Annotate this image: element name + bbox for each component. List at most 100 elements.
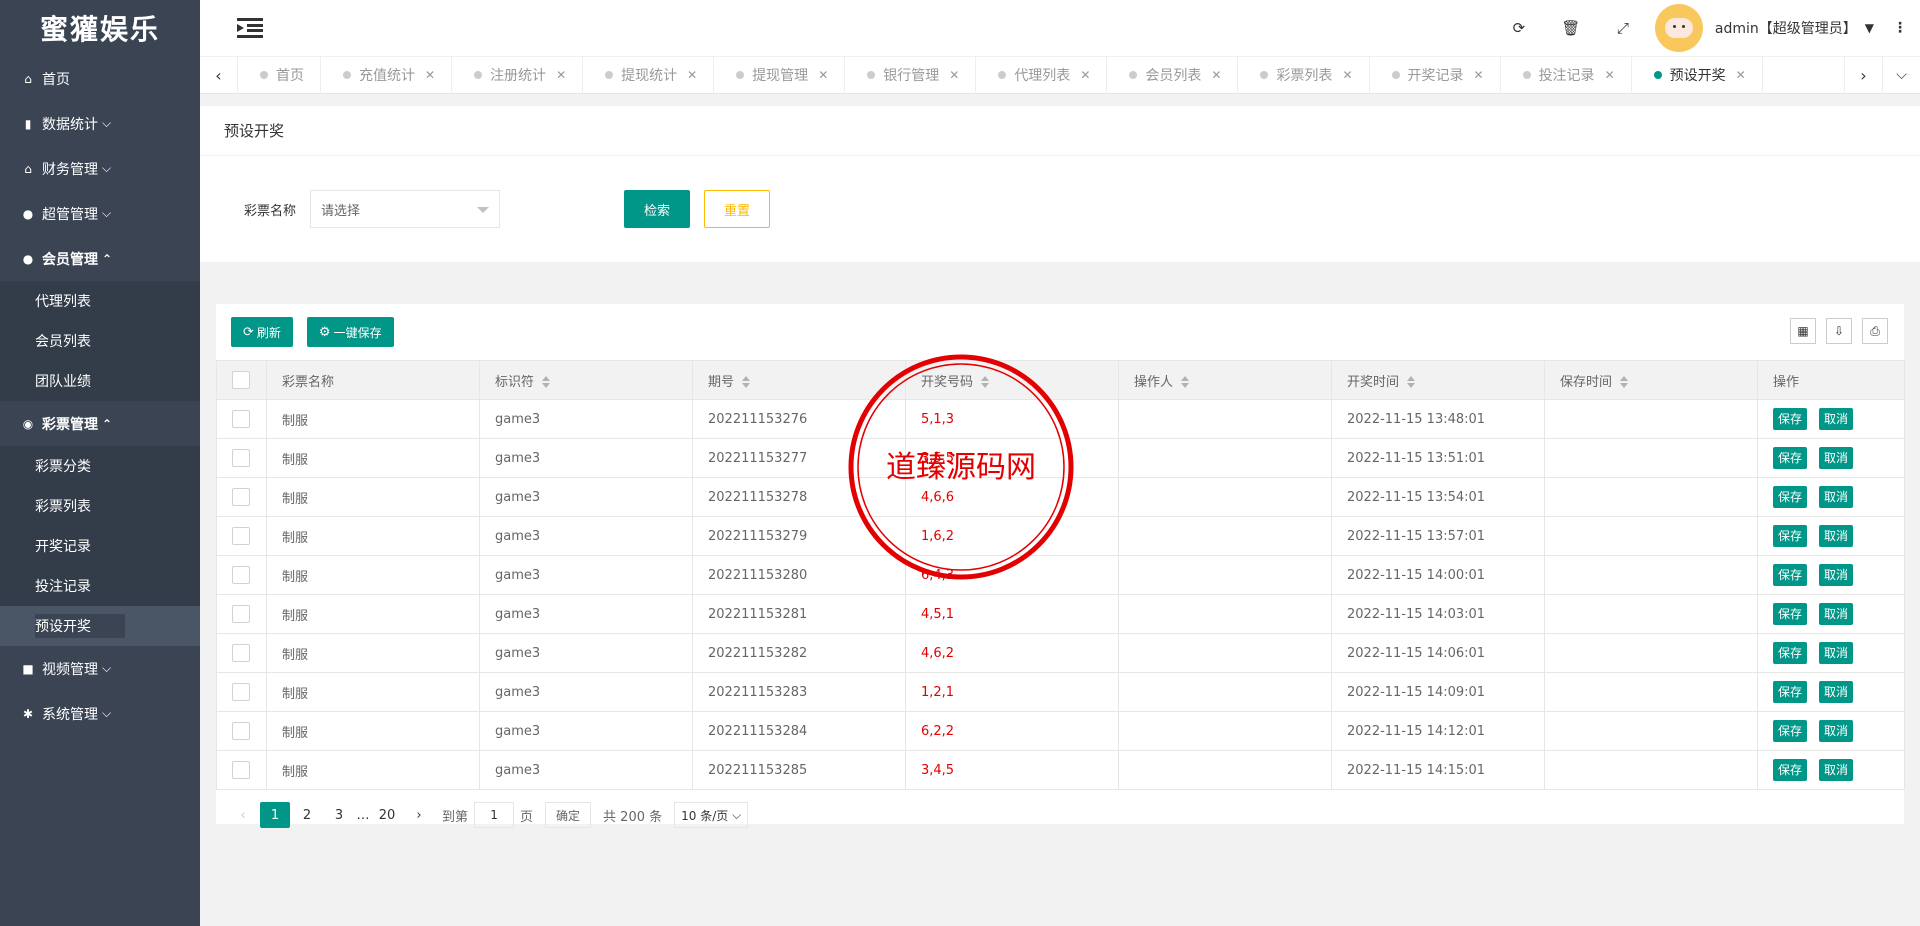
tab-preset-draw[interactable]: 预设开奖 ✕ [1632,56,1763,94]
sidebar-item-team-performance[interactable]: 团队业绩 [0,361,200,401]
prev-page-icon[interactable]: ‹ [228,802,258,828]
close-icon[interactable]: ✕ [556,68,566,82]
fullscreen-icon[interactable]: ⤢ [1597,0,1649,56]
page-2[interactable]: 2 [292,802,322,828]
cell-draw-number[interactable]: 6,2,2 [905,711,1119,751]
row-cancel-button[interactable]: 取消 [1819,447,1854,469]
row-cancel-button[interactable]: 取消 [1819,681,1854,703]
row-save-button[interactable]: 保存 [1773,486,1808,508]
trash-icon[interactable]: 🗑 [1545,0,1597,56]
col-draw-time[interactable]: 开奖时间 [1331,360,1545,400]
cell-draw-number[interactable]: 3,4,5 [905,750,1119,790]
row-checkbox[interactable] [232,527,250,545]
per-page-select[interactable]: 10 条/页 ⌵ [674,802,749,828]
sidebar-item-bet-records[interactable]: 投注记录 [0,566,200,606]
sort-icon[interactable] [742,376,751,388]
row-cancel-button[interactable]: 取消 [1819,720,1854,742]
row-save-button[interactable]: 保存 [1773,525,1808,547]
close-icon[interactable]: ✕ [425,68,435,82]
sidebar-item-member-list[interactable]: 会员列表 [0,321,200,361]
refresh-icon[interactable]: ⟳ [1493,0,1545,56]
user-menu[interactable]: admin【超级管理员】 ▼ [1715,18,1874,38]
row-checkbox[interactable] [232,410,250,428]
search-button[interactable]: 检索 [624,190,690,228]
tab-bet-records[interactable]: 投注记录 ✕ [1501,56,1632,94]
close-icon[interactable]: ✕ [687,68,697,82]
col-identifier[interactable]: 标识符 [479,360,693,400]
row-cancel-button[interactable]: 取消 [1819,408,1854,430]
row-checkbox[interactable] [232,488,250,506]
export-icon[interactable]: ⇩ [1826,318,1852,344]
row-save-button[interactable]: 保存 [1773,564,1808,586]
close-icon[interactable]: ✕ [1736,68,1746,82]
row-checkbox[interactable] [232,761,250,779]
tab-member-list[interactable]: 会员列表 ✕ [1107,56,1239,94]
row-cancel-button[interactable]: 取消 [1819,603,1854,625]
refresh-button[interactable]: ⟳ 刷新 [231,317,293,347]
tab-options-chevron-down-icon[interactable]: ⌵ [1882,56,1920,94]
close-icon[interactable]: ✕ [1342,68,1352,82]
row-save-button[interactable]: 保存 [1773,603,1808,625]
select-all-checkbox[interactable] [232,371,250,389]
menu-toggle-button[interactable] [220,0,280,56]
sidebar-item-admin[interactable]: ● 超管管理 ⌵ [0,191,200,236]
tab-draw-records[interactable]: 开奖记录 ✕ [1370,56,1501,94]
tab-scroll-right-icon[interactable]: › [1844,56,1882,94]
page-20[interactable]: 20 [372,802,402,828]
row-checkbox[interactable] [232,449,250,467]
page-1[interactable]: 1 [260,802,290,828]
col-save-time[interactable]: 保存时间 [1544,360,1758,400]
goto-page-input[interactable]: 1 [474,802,515,828]
tab-agent-list[interactable]: 代理列表 ✕ [976,56,1108,94]
row-checkbox[interactable] [232,683,250,701]
sidebar-item-system[interactable]: ✱ 系统管理 ⌵ [0,691,200,736]
cell-draw-number[interactable]: 4,6,6 [905,477,1119,517]
row-checkbox[interactable] [232,605,250,623]
cell-draw-number[interactable]: 1,2,1 [905,672,1119,712]
row-cancel-button[interactable]: 取消 [1819,486,1854,508]
row-save-button[interactable]: 保存 [1773,447,1808,469]
sidebar-item-stats[interactable]: ▮ 数据统计 ⌵ [0,101,200,146]
sidebar-item-finance[interactable]: ⌂ 财务管理 ⌵ [0,146,200,191]
columns-icon[interactable]: ▦ [1790,318,1816,344]
close-icon[interactable]: ✕ [818,68,828,82]
sort-icon[interactable] [1620,376,1629,388]
row-cancel-button[interactable]: 取消 [1819,525,1854,547]
tab-bank-manage[interactable]: 银行管理 ✕ [845,56,977,94]
tab-withdraw-stats[interactable]: 提现统计 ✕ [583,56,715,94]
sort-icon[interactable] [1407,376,1416,388]
goto-confirm-button[interactable]: 确定 [545,802,592,828]
tab-home[interactable]: 首页 [238,56,321,94]
cell-draw-number[interactable]: 4,6,2 [905,633,1119,673]
close-icon[interactable]: ✕ [1605,68,1615,82]
sort-icon[interactable] [1181,376,1190,388]
cell-draw-number[interactable]: 1,6,2 [905,516,1119,556]
avatar[interactable] [1654,4,1703,52]
page-3[interactable]: 3 [324,802,354,828]
print-icon[interactable]: ⎙ [1862,318,1888,344]
row-save-button[interactable]: 保存 [1773,720,1808,742]
sidebar-item-draw-records[interactable]: 开奖记录 [0,526,200,566]
reset-button[interactable]: 重置 [704,190,770,228]
tab-scroll-left-icon[interactable]: ‹ [200,56,238,94]
cell-draw-number[interactable]: 3,5,5 [905,438,1119,478]
sort-icon[interactable] [981,376,990,388]
sidebar-item-preset-draw[interactable]: 预设开奖 [0,606,200,646]
tab-recharge-stats[interactable]: 充值统计 ✕ [321,56,453,94]
tab-lottery-list[interactable]: 彩票列表 ✕ [1238,56,1370,94]
cell-draw-number[interactable]: 4,5,1 [905,594,1119,634]
next-page-icon[interactable]: › [404,802,434,828]
row-cancel-button[interactable]: 取消 [1819,564,1854,586]
row-save-button[interactable]: 保存 [1773,681,1808,703]
cell-draw-number[interactable]: 6,4,3 [905,555,1119,595]
close-icon[interactable]: ✕ [1080,68,1090,82]
row-checkbox[interactable] [232,566,250,584]
col-operator[interactable]: 操作人 [1118,360,1332,400]
more-vertical-icon[interactable]: ⋮ [1890,20,1910,36]
row-save-button[interactable]: 保存 [1773,759,1808,781]
close-icon[interactable]: ✕ [1474,68,1484,82]
row-save-button[interactable]: 保存 [1773,642,1808,664]
sidebar-item-lottery[interactable]: ◉ 彩票管理 ⌃ [0,401,200,446]
sidebar-item-home[interactable]: ⌂ 首页 [0,56,200,101]
col-draw-number[interactable]: 开奖号码 [905,360,1119,400]
